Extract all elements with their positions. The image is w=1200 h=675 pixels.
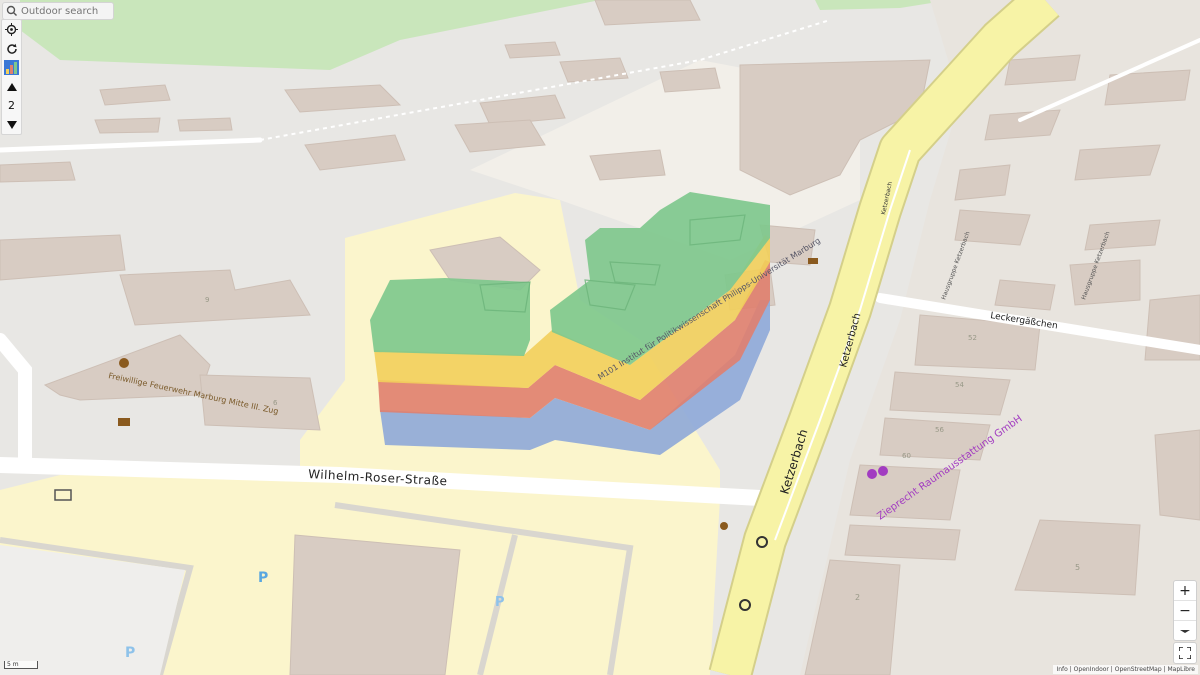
building [659, 67, 721, 93]
fire-station-icon[interactable] [119, 358, 129, 368]
building [94, 117, 161, 134]
level-down-button[interactable] [2, 115, 21, 134]
svg-text:P: P [495, 595, 505, 610]
building [1074, 144, 1161, 181]
building [994, 279, 1056, 311]
building [289, 534, 461, 675]
compass-button[interactable] [1174, 621, 1196, 640]
building [594, 0, 701, 26]
svg-text:P: P [125, 645, 135, 661]
map-canvas[interactable]: Wilhelm-Roser-Straße Ketzerbach Ketzerba… [0, 0, 1200, 675]
building [0, 161, 76, 183]
house-number: 9 [205, 296, 209, 304]
garage-icon[interactable] [118, 418, 130, 426]
person-icon[interactable] [720, 522, 728, 530]
search-box[interactable] [2, 2, 114, 20]
attribution[interactable]: Info | OpenIndoor | OpenStreetMap | MapL… [1053, 665, 1198, 674]
3d-toggle-button[interactable] [2, 58, 21, 77]
level-3-green[interactable] [370, 278, 530, 356]
crosshair-icon [5, 23, 18, 36]
parking-icon[interactable]: P [495, 595, 505, 610]
left-toolbar: 2 [1, 19, 22, 135]
scale-bar: 5 m [4, 661, 38, 669]
building [954, 164, 1011, 201]
building [984, 109, 1061, 141]
fullscreen-icon [1179, 647, 1191, 659]
door-icon[interactable] [808, 258, 818, 264]
house-number: 5 [1075, 563, 1080, 572]
house-number: 2 [855, 593, 860, 602]
fullscreen-button[interactable] [1173, 642, 1197, 664]
zoom-out-button[interactable]: − [1174, 601, 1196, 621]
building [889, 371, 1011, 416]
triangle-up-icon [6, 82, 17, 91]
building-levels-icon [4, 60, 19, 75]
refresh-icon [6, 43, 17, 54]
zoom-in-button[interactable]: + [1174, 581, 1196, 601]
locate-button[interactable] [2, 20, 21, 39]
house-number: 6 [273, 399, 278, 407]
building [1084, 219, 1161, 251]
building [1154, 429, 1200, 521]
building [177, 117, 233, 132]
plus-icon: + [1179, 582, 1191, 599]
refresh-button[interactable] [2, 39, 21, 58]
house-number: 52 [968, 334, 977, 342]
search-icon [6, 5, 17, 16]
house-number: 56 [935, 426, 944, 434]
parking-icon[interactable]: P [258, 570, 268, 586]
triangle-down-icon [6, 120, 17, 129]
building [1004, 54, 1081, 86]
building [844, 524, 961, 561]
svg-text:P: P [258, 570, 268, 586]
compass-icon [1180, 629, 1190, 633]
building [504, 41, 561, 59]
house-number: 60 [902, 452, 911, 460]
current-level: 2 [8, 99, 15, 112]
zoom-controls: + − [1173, 580, 1197, 641]
level-up-button[interactable] [2, 77, 21, 96]
parking-icon[interactable]: P [125, 645, 135, 661]
house-number: 54 [955, 381, 964, 389]
search-input[interactable] [19, 5, 113, 17]
minus-icon: − [1179, 602, 1191, 619]
